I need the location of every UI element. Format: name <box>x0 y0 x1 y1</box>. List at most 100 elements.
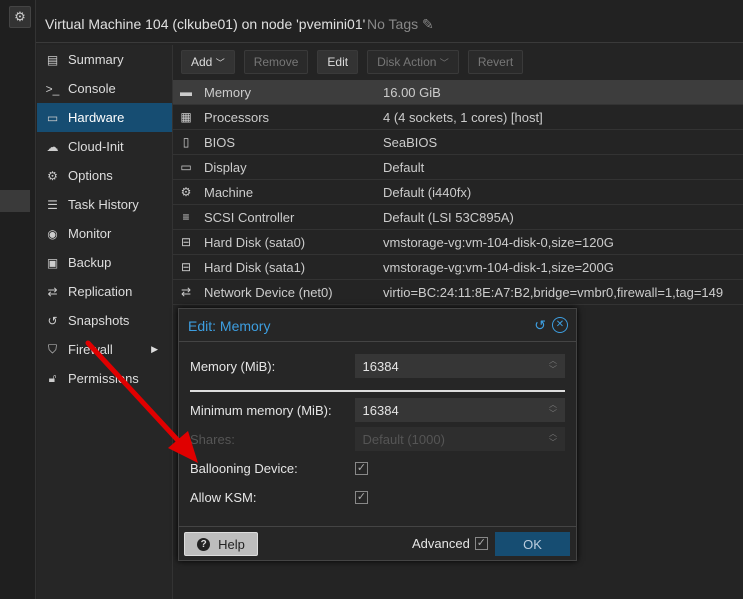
sidebar-item-backup[interactable]: ▣ Backup <box>37 248 172 277</box>
row-key: Hard Disk (sata0) <box>204 234 306 250</box>
retweet-icon: ⇄ <box>47 284 58 299</box>
floppy-icon: ▣ <box>46 255 59 270</box>
table-row[interactable]: ▦ Processors 4 (4 sockets, 1 cores) [host] <box>173 105 743 130</box>
sidebar-item-console[interactable]: >_ Console <box>37 74 172 103</box>
sidebar: ▤ Summary >_ Console ▭ Hardware ☁ Cloud-Init… <box>37 45 173 599</box>
cogs-icon: ⚙ <box>180 185 192 199</box>
remove-button[interactable]: Remove <box>243 50 309 74</box>
hdd-icon: ⊟ <box>180 235 192 249</box>
sidebar-item-task-history[interactable]: ☰ Task History <box>37 190 172 219</box>
pencil-icon: ✎ <box>422 16 434 32</box>
memory-icon: ▬ <box>180 85 192 99</box>
desktop-icon: ▭ <box>46 110 59 125</box>
shield-icon: ⛉ <box>47 342 57 356</box>
chip-icon: ▯ <box>182 135 190 149</box>
sidebar-item-label: Console <box>68 81 116 96</box>
sidebar-item-replication[interactable]: ⇄ Replication <box>37 277 172 306</box>
sidebar-item-monitor[interactable]: ◉ Monitor <box>37 219 172 248</box>
sidebar-item-options[interactable]: ⚙ Options <box>37 161 172 190</box>
help-button[interactable]: ? Help <box>184 532 258 556</box>
spinner-icon[interactable]: ︿ ﹀ <box>549 356 557 374</box>
question-circle-icon: ? <box>197 537 211 551</box>
expand-arrow-icon[interactable]: ▶ <box>151 344 158 355</box>
edit-button[interactable]: Edit <box>317 50 359 74</box>
revert-button[interactable]: Revert <box>467 50 524 74</box>
row-key: Hard Disk (sata1) <box>204 259 306 275</box>
sidebar-item-firewall[interactable]: ⛉ Firewall ▶ <box>37 335 172 364</box>
terminal-icon: >_ <box>45 81 60 96</box>
sidebar-item-snapshots[interactable]: ↺ Snapshots <box>37 306 172 335</box>
header: Virtual Machine 104 (clkube01) on node '… <box>36 0 743 43</box>
resource-tree-strip <box>0 0 36 599</box>
unlock-icon: 🔓︎ <box>48 371 57 385</box>
eye-icon: ◉ <box>47 226 58 241</box>
table-row[interactable]: ≡ SCSI Controller Default (LSI 53C895A) <box>173 205 743 230</box>
sidebar-item-label: Task History <box>68 197 139 212</box>
sidebar-item-label: Backup <box>68 255 112 270</box>
cpu-icon: ▦ <box>180 110 192 124</box>
hardware-grid: ▬ Memory 16.00 GiB ▦ Processors 4 (4 sockets… <box>173 80 743 305</box>
sidebar-item-label: Monitor <box>68 226 112 241</box>
min-memory-input[interactable]: 16384 ︿ ﹀ <box>354 398 565 422</box>
cloud-icon: ☁ <box>46 139 59 154</box>
table-row[interactable]: ▯ BIOS SeaBIOS <box>173 130 743 155</box>
sidebar-item-label: Cloud-Init <box>68 139 124 154</box>
close-icon[interactable]: ✕ <box>552 317 568 333</box>
row-value: Default <box>383 159 425 175</box>
edit-memory-dialog: Edit: Memory ↺ ✕ Memory (MiB): 16384 ︿ ﹀ Min… <box>178 308 577 561</box>
sidebar-item-label: Hardware <box>68 110 125 125</box>
memory-value: 16384 <box>362 358 399 374</box>
row-key: SCSI Controller <box>204 209 295 225</box>
row-value: SeaBIOS <box>383 134 438 150</box>
ballooning-label: Ballooning Device: <box>190 460 298 476</box>
desktop-icon: ▭ <box>180 160 192 174</box>
table-row[interactable]: ⚙ Machine Default (i440fx) <box>173 180 743 205</box>
row-key: Processors <box>204 109 270 125</box>
row-value: 4 (4 sockets, 1 cores) [host] <box>383 109 543 125</box>
chevron-down-icon: ﹀ <box>215 57 225 68</box>
sidebar-item-label: Snapshots <box>68 313 130 328</box>
sidebar-item-label: Firewall <box>68 342 113 357</box>
memory-input[interactable]: 16384 ︿ ﹀ <box>354 354 565 378</box>
row-key: Network Device (net0) <box>204 284 333 300</box>
gear-icon[interactable]: ⚙ <box>9 6 31 28</box>
row-value: vmstorage-vg:vm-104-disk-0,size=120G <box>383 234 614 250</box>
min-memory-label: Minimum memory (MiB): <box>190 402 332 418</box>
table-row[interactable]: ⇄ Network Device (net0) virtio=BC:24:11:8E… <box>173 280 743 305</box>
reset-icon[interactable]: ↺ <box>534 317 546 334</box>
disk-action-button[interactable]: Disk Action ﹀ <box>367 50 459 74</box>
list-icon: ☰ <box>47 197 58 212</box>
add-button[interactable]: Add ﹀ <box>181 50 235 74</box>
table-row[interactable]: ▬ Memory 16.00 GiB <box>173 80 743 105</box>
sidebar-item-summary[interactable]: ▤ Summary <box>37 45 172 74</box>
row-value: 16.00 GiB <box>383 84 441 100</box>
chevron-down-icon: ﹀ <box>439 57 449 68</box>
sidebar-item-label: Options <box>68 168 113 183</box>
sidebar-item-hardware[interactable]: ▭ Hardware <box>37 103 172 132</box>
dialog-title: Edit: Memory <box>179 309 576 342</box>
ksm-label: Allow KSM: <box>190 489 257 505</box>
ksm-checkbox[interactable]: ✓ <box>355 490 368 504</box>
ok-button[interactable]: OK <box>495 532 570 556</box>
sidebar-item-label: Summary <box>68 52 124 67</box>
advanced-checkbox[interactable]: ✓ <box>474 537 488 550</box>
disk-action-label: Disk Action <box>377 55 437 69</box>
spinner-icon[interactable]: ︿ ﹀ <box>549 400 557 418</box>
sidebar-item-label: Permissions <box>68 371 139 386</box>
table-row[interactable]: ▭ Display Default <box>173 155 743 180</box>
memory-label: Memory (MiB): <box>190 358 276 374</box>
shares-placeholder: Default (1000) <box>362 431 445 447</box>
table-row[interactable]: ⊟ Hard Disk (sata1) vmstorage-vg:vm-104-di… <box>173 255 743 280</box>
spinner-icon: ︿ ﹀ <box>549 429 557 447</box>
sidebar-item-cloud-init[interactable]: ☁ Cloud-Init <box>37 132 172 161</box>
dialog-footer: ? Help Advanced ✓ OK <box>179 526 576 560</box>
tags-edit[interactable]: No Tags ✎ <box>367 16 434 33</box>
row-key: Display <box>204 159 247 175</box>
table-row[interactable]: ⊟ Hard Disk (sata0) vmstorage-vg:vm-104-di… <box>173 230 743 255</box>
selected-tree-node[interactable] <box>0 190 30 212</box>
sidebar-item-permissions[interactable]: 🔓︎ Permissions <box>37 364 172 393</box>
ballooning-checkbox[interactable]: ✓ <box>355 461 368 475</box>
hdd-icon: ⊟ <box>180 260 192 274</box>
shares-input[interactable]: Default (1000) ︿ ﹀ <box>354 427 565 451</box>
tags-label: No Tags <box>367 16 419 32</box>
